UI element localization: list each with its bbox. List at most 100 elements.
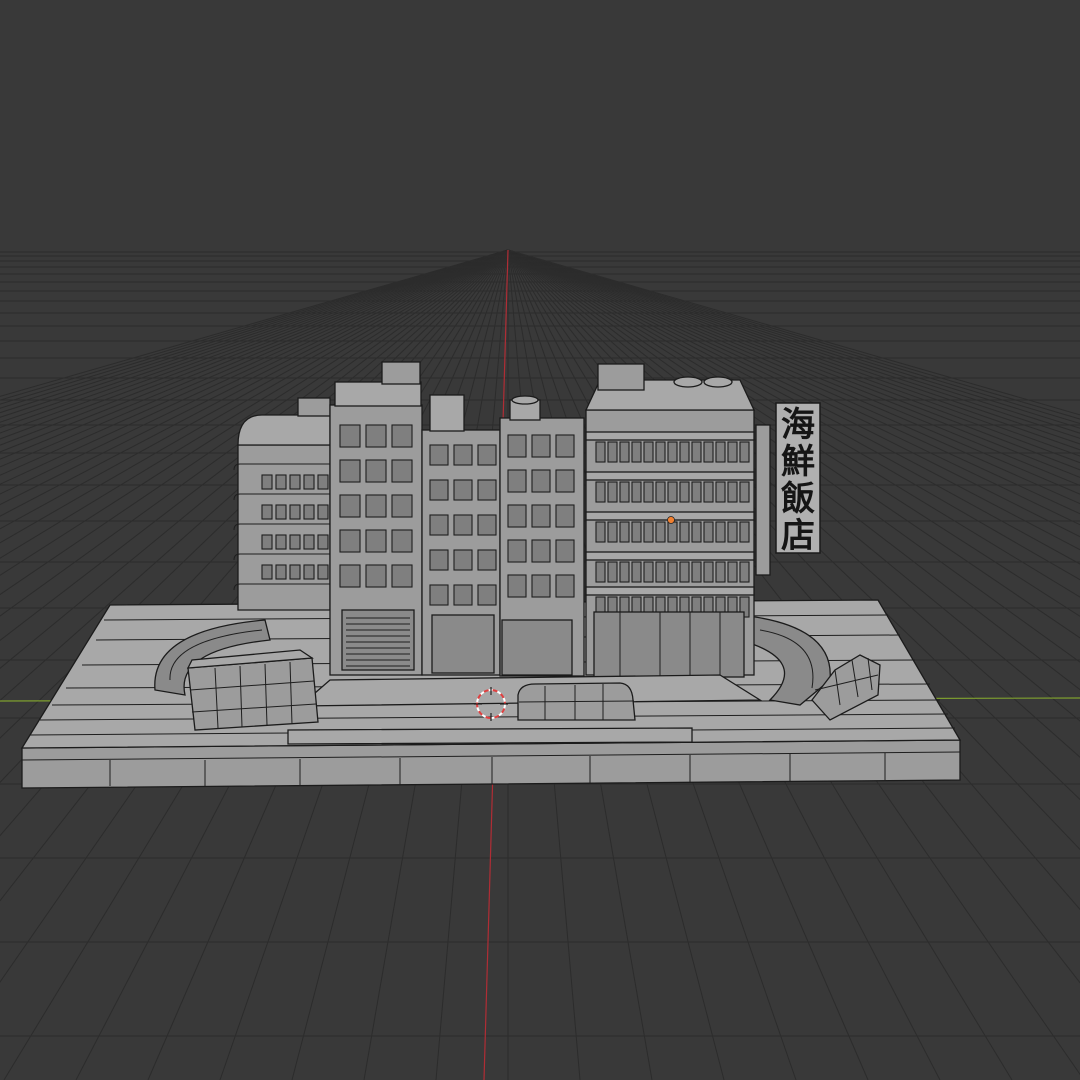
window [429, 514, 449, 536]
window [643, 441, 654, 463]
window [453, 444, 473, 466]
vertical-shop-sign[interactable]: 海 鮮 飯 店 [755, 402, 821, 576]
viewport-canvas[interactable]: 海 鮮 飯 店 [0, 0, 1080, 1080]
window [555, 539, 575, 563]
window [643, 521, 654, 543]
window [703, 441, 714, 463]
window [391, 494, 413, 518]
building-middle[interactable] [421, 394, 501, 676]
window [739, 561, 750, 583]
floor-band [585, 471, 755, 481]
window [643, 481, 654, 503]
window [391, 529, 413, 553]
window [289, 534, 301, 550]
window [555, 574, 575, 598]
building-rounded-corner[interactable] [233, 397, 331, 611]
window [453, 549, 473, 571]
window [619, 481, 630, 503]
window [531, 469, 551, 493]
road-barrier[interactable] [287, 727, 693, 745]
window [739, 481, 750, 503]
window [607, 561, 618, 583]
window [275, 534, 287, 550]
window [667, 561, 678, 583]
window [339, 459, 361, 483]
window [667, 521, 678, 543]
window [667, 481, 678, 503]
window [507, 434, 527, 458]
window [317, 564, 329, 580]
window [317, 534, 329, 550]
window [303, 564, 315, 580]
window [595, 561, 606, 583]
window [531, 434, 551, 458]
window [715, 521, 726, 543]
window [655, 561, 666, 583]
building-middle-right[interactable] [499, 395, 585, 677]
window [555, 469, 575, 493]
window [667, 441, 678, 463]
window [727, 441, 738, 463]
window [507, 539, 527, 563]
window [365, 564, 387, 588]
window [531, 574, 551, 598]
window [715, 481, 726, 503]
floor-band [585, 551, 755, 561]
window [365, 424, 387, 448]
window [595, 521, 606, 543]
window [477, 584, 497, 606]
window [739, 441, 750, 463]
window [303, 504, 315, 520]
window [365, 494, 387, 518]
window [595, 441, 606, 463]
van-middle[interactable] [517, 682, 636, 721]
window [339, 424, 361, 448]
floor-band [585, 586, 755, 596]
window [655, 521, 666, 543]
window [727, 561, 738, 583]
window [715, 441, 726, 463]
building-tall-left[interactable] [329, 361, 423, 676]
3d-viewport[interactable]: 海 鮮 飯 店 [0, 0, 1080, 1080]
window [477, 444, 497, 466]
window [691, 561, 702, 583]
window [289, 504, 301, 520]
window [477, 479, 497, 501]
window [631, 481, 642, 503]
window [275, 504, 287, 520]
tram-left[interactable] [186, 649, 319, 731]
building-large-right[interactable] [584, 363, 756, 700]
window [429, 549, 449, 571]
window [679, 561, 690, 583]
window [365, 529, 387, 553]
floor-band [585, 431, 755, 441]
window [507, 504, 527, 528]
window [261, 534, 273, 550]
sign-char-2: 鮮 [781, 442, 815, 482]
window [477, 549, 497, 571]
window [275, 474, 287, 490]
window [453, 479, 473, 501]
window [619, 521, 630, 543]
window [289, 564, 301, 580]
window [275, 564, 287, 580]
window [365, 459, 387, 483]
window [631, 441, 642, 463]
window [607, 521, 618, 543]
window [429, 479, 449, 501]
window [619, 561, 630, 583]
window [643, 561, 654, 583]
window [727, 481, 738, 503]
window [691, 441, 702, 463]
window [715, 561, 726, 583]
window [507, 574, 527, 598]
window [391, 564, 413, 588]
window [619, 441, 630, 463]
window [477, 514, 497, 536]
window [691, 481, 702, 503]
sign-char-4: 店 [781, 516, 815, 556]
window [507, 469, 527, 493]
window [339, 494, 361, 518]
window [679, 521, 690, 543]
window [339, 564, 361, 588]
